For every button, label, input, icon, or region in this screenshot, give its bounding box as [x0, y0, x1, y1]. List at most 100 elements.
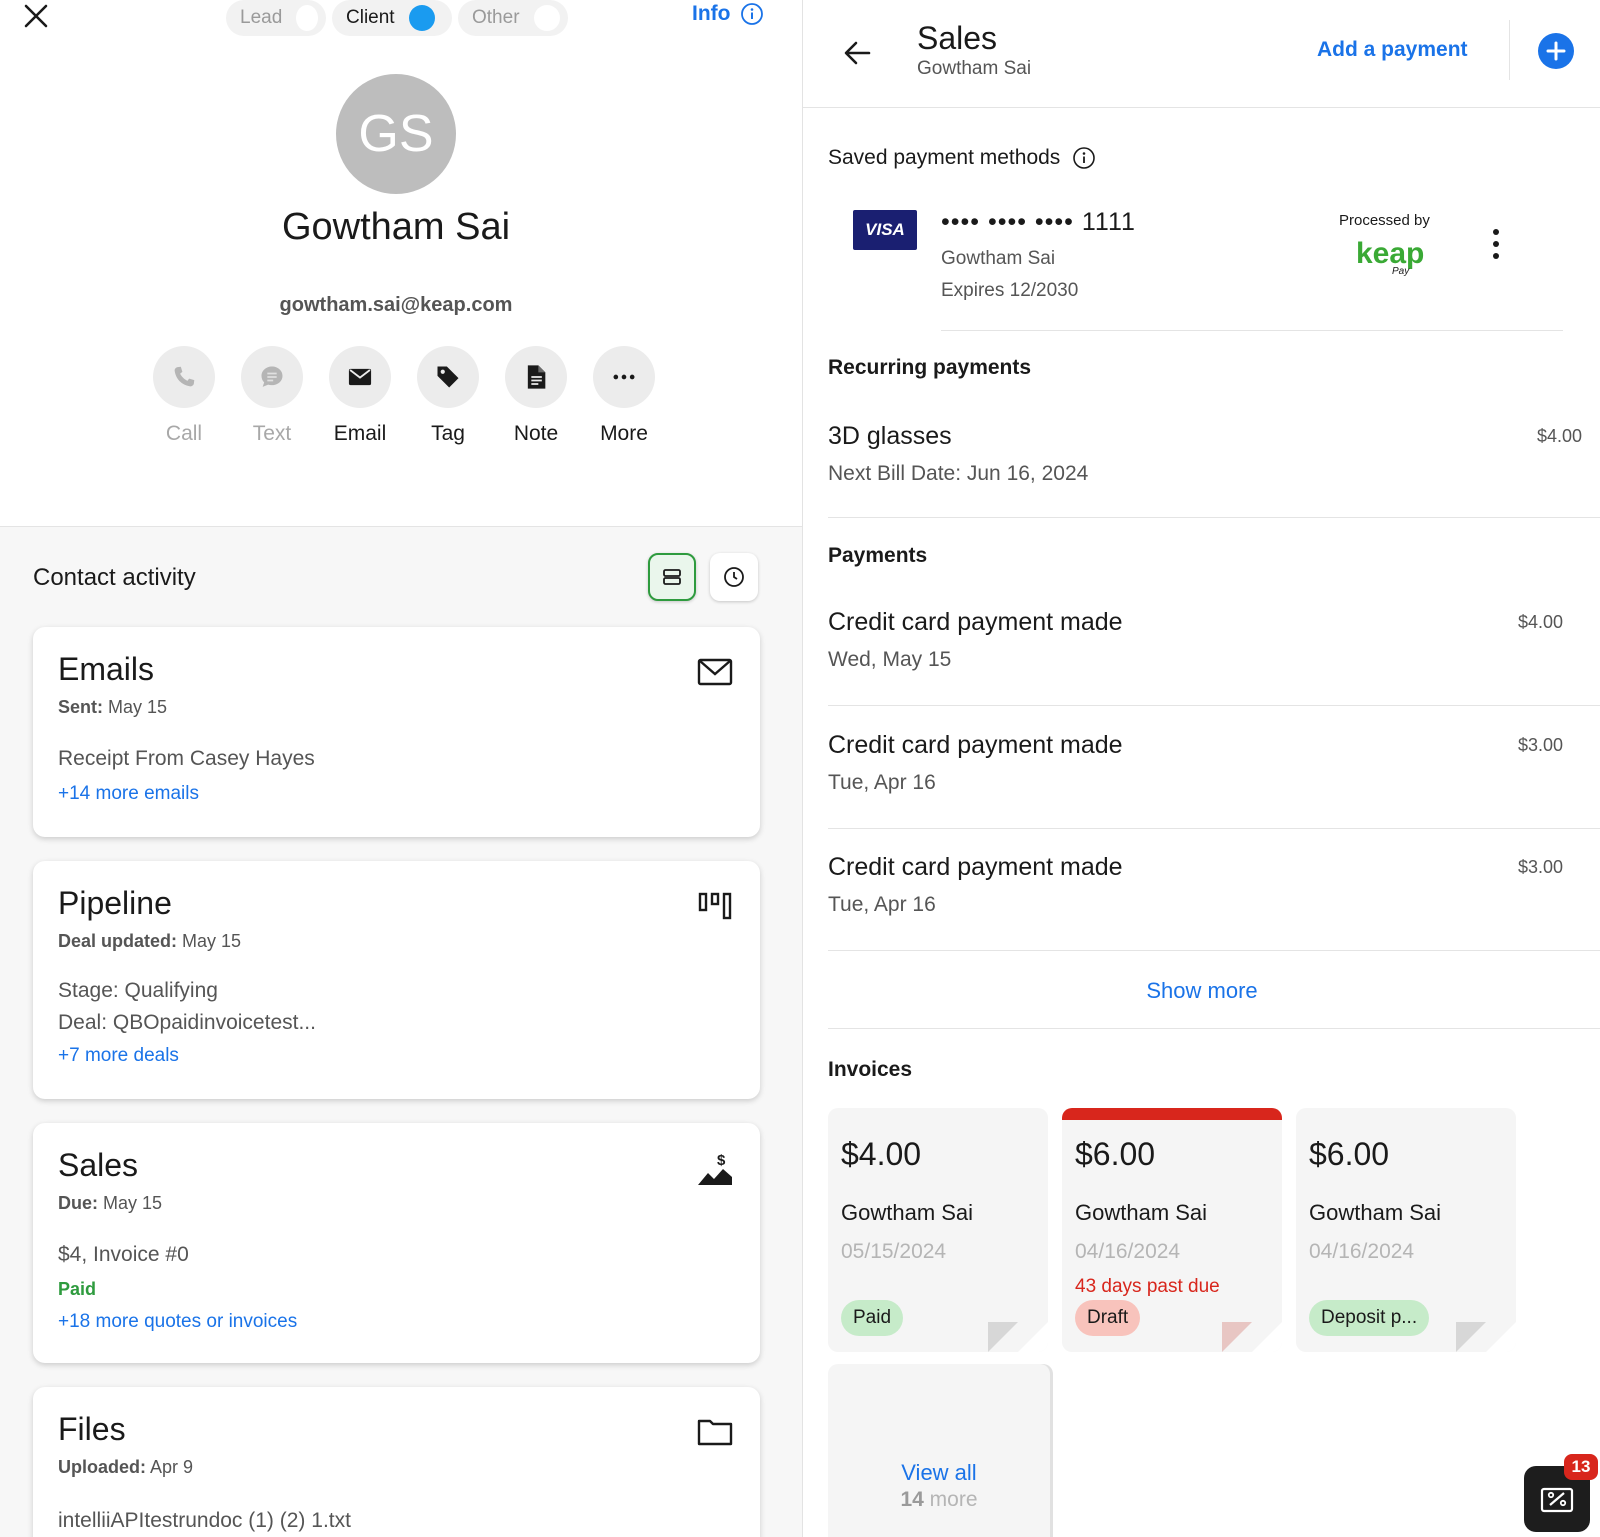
- invoice-date: 04/16/2024: [1075, 1240, 1181, 1263]
- invoice-contact: Gowtham Sai: [1075, 1200, 1208, 1225]
- status-option-label: Lead: [240, 7, 283, 28]
- saved-payment-methods-heading: Saved payment methods: [828, 146, 1096, 170]
- files-card[interactable]: Files Uploaded: Apr 9 intelliiAPItestrun…: [33, 1387, 760, 1537]
- view-all-link[interactable]: View all: [828, 1460, 1050, 1486]
- payment-amount: $4.00: [1517, 612, 1563, 632]
- pipeline-icon: [696, 887, 734, 925]
- card-title: Emails: [58, 651, 155, 687]
- invoices-heading: Invoices: [828, 1058, 913, 1081]
- view-all-invoices-card[interactable]: View all 14 more: [828, 1364, 1050, 1537]
- recurring-item-name[interactable]: 3D glasses: [828, 422, 952, 451]
- payment-amount: $3.00: [1517, 735, 1563, 755]
- payment-row[interactable]: Credit card payment made Tue, Apr 16 $3.…: [828, 853, 1563, 975]
- card-meta: Due: May 15: [58, 1193, 163, 1213]
- card-expiry: Expires 12/2030: [941, 280, 1079, 301]
- page-curl: [1252, 1322, 1282, 1352]
- card-view-button[interactable]: [648, 553, 696, 601]
- recurring-next-bill: Next Bill Date: Jun 16, 2024: [828, 462, 1089, 485]
- divider: [828, 517, 1600, 518]
- invoice-amount: $6.00: [1309, 1136, 1390, 1172]
- envelope-icon: [696, 653, 734, 691]
- status-badge: Draft: [1075, 1300, 1141, 1336]
- sales-icon: $: [696, 1149, 734, 1187]
- invoice-card[interactable]: $6.00 Gowtham Sai 04/16/2024 Deposit p..…: [1296, 1108, 1516, 1352]
- add-payment-button[interactable]: Add a payment: [1317, 38, 1468, 62]
- svg-text:Pay: Pay: [1392, 266, 1410, 277]
- visa-logo: VISA: [853, 210, 917, 250]
- add-icon[interactable]: [1538, 33, 1574, 69]
- back-arrow-icon[interactable]: [841, 36, 875, 70]
- recurring-payments-heading: Recurring payments: [828, 356, 1032, 379]
- contact-type-toggle: Lead Client Other: [226, 0, 574, 36]
- payment-title: Credit card payment made: [828, 731, 1123, 759]
- kebab-menu-icon[interactable]: [1491, 228, 1501, 260]
- sales-card[interactable]: Sales $ Due: May 15 $4, Invoice #0 Paid …: [33, 1123, 760, 1363]
- tag-action[interactable]: Tag: [404, 346, 492, 446]
- more-deals-link[interactable]: +7 more deals: [58, 1045, 179, 1067]
- more-invoices-link[interactable]: +18 more quotes or invoices: [58, 1311, 297, 1333]
- divider: [828, 705, 1600, 706]
- invoice-amount: $4.00: [841, 1136, 922, 1172]
- card-title: Files: [58, 1411, 126, 1447]
- email-subject: Receipt From Casey Hayes: [58, 747, 315, 770]
- contact-email[interactable]: gowtham.sai@keap.com: [0, 294, 792, 317]
- page-title: Sales: [917, 20, 998, 56]
- payment-title: Credit card payment made: [828, 853, 1123, 881]
- action-label: Text: [252, 422, 292, 445]
- emails-card[interactable]: Emails Sent: May 15 Receipt From Casey H…: [33, 627, 760, 837]
- invoice-date: 04/16/2024: [1309, 1240, 1415, 1263]
- payment-amount: $3.00: [1517, 857, 1563, 877]
- radio-dot-selected: [408, 5, 435, 31]
- text-action[interactable]: Text: [228, 346, 316, 446]
- deal-name: Deal: QBOpaidinvoicetest...: [58, 1011, 316, 1034]
- quick-actions: Call Text Email Tag Note More: [140, 346, 668, 446]
- info-icon[interactable]: [1072, 146, 1096, 170]
- status-option-client[interactable]: Client: [332, 0, 452, 36]
- recurring-amount: $4.00: [1537, 426, 1583, 446]
- status-option-other[interactable]: Other: [458, 0, 568, 36]
- invoice-summary: $4, Invoice #0: [58, 1243, 189, 1266]
- sales-header: Sales Gowtham Sai Add a payment: [803, 0, 1600, 108]
- page-curl: [988, 1322, 1018, 1352]
- show-more-link[interactable]: Show more: [803, 978, 1600, 1004]
- page-curl: [1486, 1322, 1516, 1352]
- action-label: Email: [333, 422, 387, 445]
- call-action[interactable]: Call: [140, 346, 228, 446]
- section-label: Saved payment methods: [828, 146, 1061, 169]
- more-emails-link[interactable]: +14 more emails: [58, 783, 199, 805]
- invoice-card[interactable]: $6.00 Gowtham Sai 04/16/2024 43 days pas…: [1062, 1108, 1282, 1352]
- status-badge: Paid: [58, 1279, 97, 1299]
- more-action[interactable]: More: [580, 346, 668, 446]
- payment-row[interactable]: Credit card payment made Wed, May 15 $4.…: [828, 608, 1563, 730]
- info-link-label: Info: [692, 2, 731, 25]
- contact-name: Gowtham Sai: [281, 206, 511, 248]
- avatar: GS: [336, 74, 456, 194]
- status-badge: Deposit p...: [1309, 1300, 1430, 1336]
- history-view-button[interactable]: [710, 553, 758, 601]
- page-curl: [1456, 1322, 1486, 1352]
- close-icon[interactable]: [22, 2, 50, 30]
- page-subtitle: Gowtham Sai: [917, 58, 1032, 79]
- info-link[interactable]: Info: [692, 2, 764, 26]
- invoice-contact: Gowtham Sai: [1309, 1200, 1442, 1225]
- payment-title: Credit card payment made: [828, 608, 1123, 636]
- invoice-card[interactable]: $4.00 Gowtham Sai 05/15/2024 Paid: [828, 1108, 1048, 1352]
- phone-icon: [153, 346, 215, 408]
- pipeline-card[interactable]: Pipeline Deal updated: May 15 Stage: Qua…: [33, 861, 760, 1099]
- notification-badge: 13: [1564, 1454, 1598, 1480]
- payment-row[interactable]: Credit card payment made Tue, Apr 16 $3.…: [828, 731, 1563, 853]
- contact-activity-section: Contact activity Emails Sent: May 15 Rec…: [0, 526, 802, 1537]
- note-action[interactable]: Note: [492, 346, 580, 446]
- status-option-lead[interactable]: Lead: [226, 0, 326, 36]
- action-label: More: [600, 422, 648, 445]
- card-number: •••• •••• •••• 1111: [941, 208, 1136, 236]
- invoice-amount: $6.00: [1075, 1136, 1156, 1172]
- payment-date: Tue, Apr 16: [828, 771, 936, 794]
- email-action[interactable]: Email: [316, 346, 404, 446]
- radio-dot: [533, 5, 560, 31]
- tag-icon: [417, 346, 479, 408]
- keap-pay-logo: keap Pay: [1356, 237, 1424, 277]
- card-meta: Deal updated: May 15: [58, 931, 242, 951]
- card-holder: Gowtham Sai: [941, 248, 1056, 269]
- sales-panel: Sales Gowtham Sai Add a payment Saved pa…: [802, 0, 1600, 1537]
